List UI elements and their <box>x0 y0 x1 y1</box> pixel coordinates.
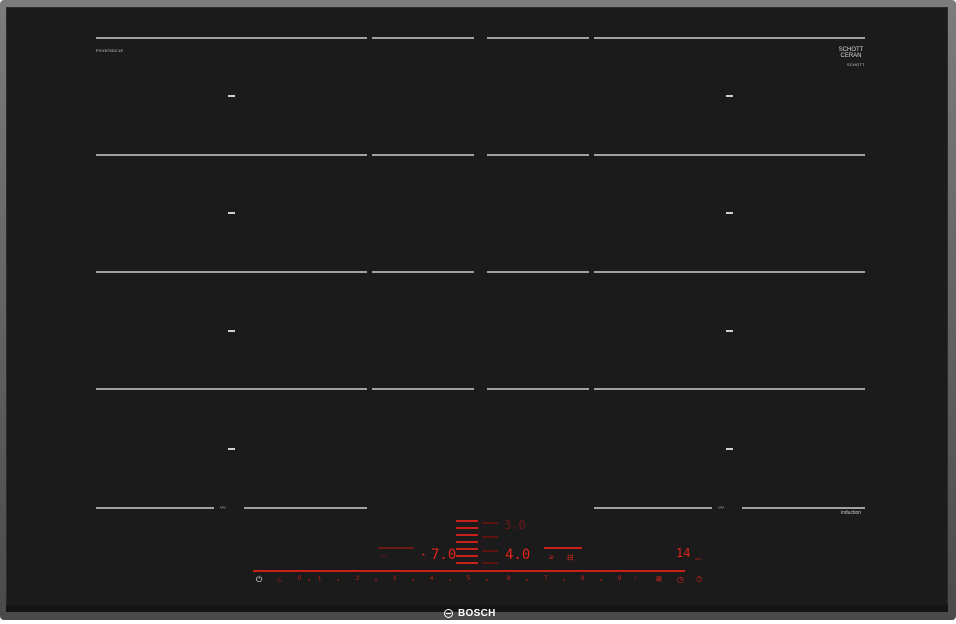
brand-name: BOSCH <box>458 608 496 619</box>
scale-dot <box>449 579 451 581</box>
scale-label-9[interactable]: 9 <box>618 576 621 582</box>
power-slider-track[interactable] <box>253 570 685 572</box>
zone-center-mark <box>228 330 235 332</box>
zone-marking <box>742 507 865 509</box>
zone-center-mark <box>726 330 733 332</box>
scale-label-3[interactable]: 3 <box>393 576 396 582</box>
level-bar-dim <box>482 562 498 564</box>
scale-label-5[interactable]: 5 <box>467 576 470 582</box>
zone-marking <box>594 154 865 156</box>
stopwatch-icon[interactable]: ⏱ <box>696 575 702 584</box>
model-number: PXV875DC1E <box>96 48 124 53</box>
scale-label-6[interactable]: 6 <box>507 576 510 582</box>
scale-dot <box>486 579 488 581</box>
zone-marking <box>487 388 589 390</box>
zone-marking <box>487 271 589 273</box>
zone-marking <box>96 154 367 156</box>
scale-label-2[interactable]: 2 <box>356 576 359 582</box>
zone-marking <box>96 37 367 39</box>
zone-marking <box>372 388 474 390</box>
level-bar <box>456 520 478 522</box>
level-bar <box>456 562 478 564</box>
glass-brand: SCHOTT CERAN <box>836 47 866 59</box>
lock-icon[interactable]: ⊠ <box>656 575 662 584</box>
wave-icon: 〰 <box>220 506 227 512</box>
timer-display: 14 <box>676 546 691 560</box>
zone-marking <box>594 37 865 39</box>
scale-label-1[interactable]: 1 <box>318 576 321 582</box>
scale-dot <box>308 579 310 581</box>
scale-label-8[interactable]: 8 <box>581 576 584 582</box>
bosch-logo-icon <box>444 609 453 618</box>
zone-marking <box>487 154 589 156</box>
zone-marking <box>594 388 865 390</box>
zone-marking <box>244 507 367 509</box>
left-zone-level-display: 7.0 <box>431 547 457 563</box>
scale-label-4[interactable]: 4 <box>430 576 433 582</box>
scale-dot <box>563 579 565 581</box>
zone-center-mark <box>228 95 235 97</box>
zone-center-mark <box>726 212 733 214</box>
scale-dot <box>600 579 602 581</box>
scale-dot <box>412 579 414 581</box>
zone-marking <box>372 37 474 39</box>
zone-marking <box>96 271 367 273</box>
glass-brand-bottom: CERAN <box>840 53 862 59</box>
scale-dot <box>337 579 339 581</box>
flame-icon[interactable]: ♨ <box>276 576 282 585</box>
zone-marking <box>96 388 367 390</box>
scale-dot <box>526 579 528 581</box>
scale-dot <box>375 579 377 581</box>
level-bar <box>456 534 478 536</box>
induction-label: induction <box>841 510 862 516</box>
level-bar-dim <box>482 536 498 538</box>
level-bar-dim <box>482 522 498 524</box>
top-zone-display: 3.0 <box>504 518 526 532</box>
zone-marking <box>594 507 712 509</box>
level-bar <box>456 527 478 529</box>
right-indicator-line <box>544 547 582 549</box>
scale-label-0[interactable]: 0 <box>298 576 301 582</box>
zone-marking <box>372 271 474 273</box>
level-bar <box>456 555 478 557</box>
glass-brand-small: SCHOTT <box>847 62 865 67</box>
right-zone-level-display: 4.0 <box>505 547 531 563</box>
boost-plus-icon[interactable]: ↑ <box>634 575 637 584</box>
boost-icon[interactable]: ▭ <box>381 553 387 562</box>
zone-center-mark <box>726 448 733 450</box>
left-indicator-line <box>378 547 414 549</box>
zone-marking <box>96 507 214 509</box>
zone-center-mark <box>228 448 235 450</box>
level-bar <box>456 548 478 550</box>
zone-marking <box>487 37 589 39</box>
scale-label-7[interactable]: 7 <box>544 576 547 582</box>
zone-center-mark <box>228 212 235 214</box>
timer-unit: min <box>695 556 702 561</box>
flex-icon[interactable]: ▫▫ <box>398 554 402 563</box>
timer-icon[interactable]: ◔ <box>420 551 425 560</box>
level-bar-dim <box>482 550 498 552</box>
zone-marking <box>372 154 474 156</box>
power-icon[interactable]: ⏻ <box>256 575 262 584</box>
wave-icon: 〰 <box>718 506 725 512</box>
menu-icon[interactable]: ≡ <box>549 553 554 562</box>
pan-icon[interactable]: ⊟ <box>567 553 574 562</box>
clock-icon[interactable]: ◷ <box>677 575 684 584</box>
zone-center-mark <box>726 95 733 97</box>
level-bar <box>456 541 478 543</box>
zone-marking <box>594 271 865 273</box>
